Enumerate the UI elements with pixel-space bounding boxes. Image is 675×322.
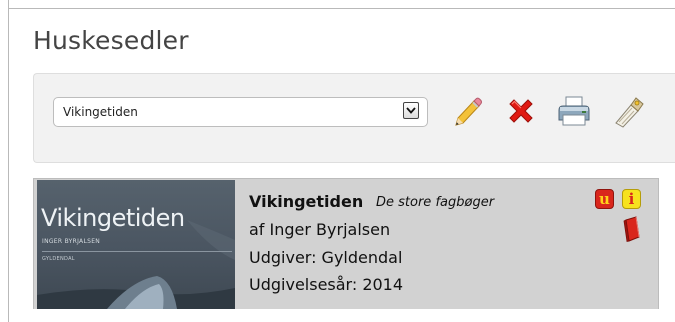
frame-top-border [8, 8, 675, 9]
book-publisher: Udgiver: Gyldendal [249, 248, 403, 267]
list-select-value: Vikingetiden [63, 105, 138, 119]
book-series: De store fagbøger [376, 195, 495, 210]
red-x-icon[interactable] [502, 93, 540, 131]
book-author: af Inger Byrjalsen [249, 220, 391, 239]
cover-publisher: GYLDENDAL [42, 256, 75, 262]
frame-left-border [8, 0, 9, 322]
info-badge-icon[interactable]: i [622, 189, 641, 209]
book-icon[interactable] [621, 216, 643, 242]
list-select[interactable]: Vikingetiden [53, 97, 428, 127]
book-cover-image[interactable]: Vikingetiden INGER BYRJALSEN GYLDENDAL [37, 180, 235, 309]
cover-title: Vikingetiden [41, 204, 185, 232]
printer-icon[interactable] [555, 93, 593, 131]
page-title: Huskesedler [33, 26, 189, 55]
pencil-icon[interactable] [447, 93, 485, 131]
book-title[interactable]: Vikingetiden [249, 192, 363, 211]
u-badge-icon[interactable]: u [595, 189, 614, 209]
cover-author: INGER BYRJALSEN [42, 238, 101, 245]
send-icon[interactable] [609, 93, 647, 131]
book-year: Udgivelsesår: 2014 [249, 275, 404, 294]
chevron-down-icon[interactable] [403, 102, 419, 119]
cover-divider [42, 251, 232, 252]
